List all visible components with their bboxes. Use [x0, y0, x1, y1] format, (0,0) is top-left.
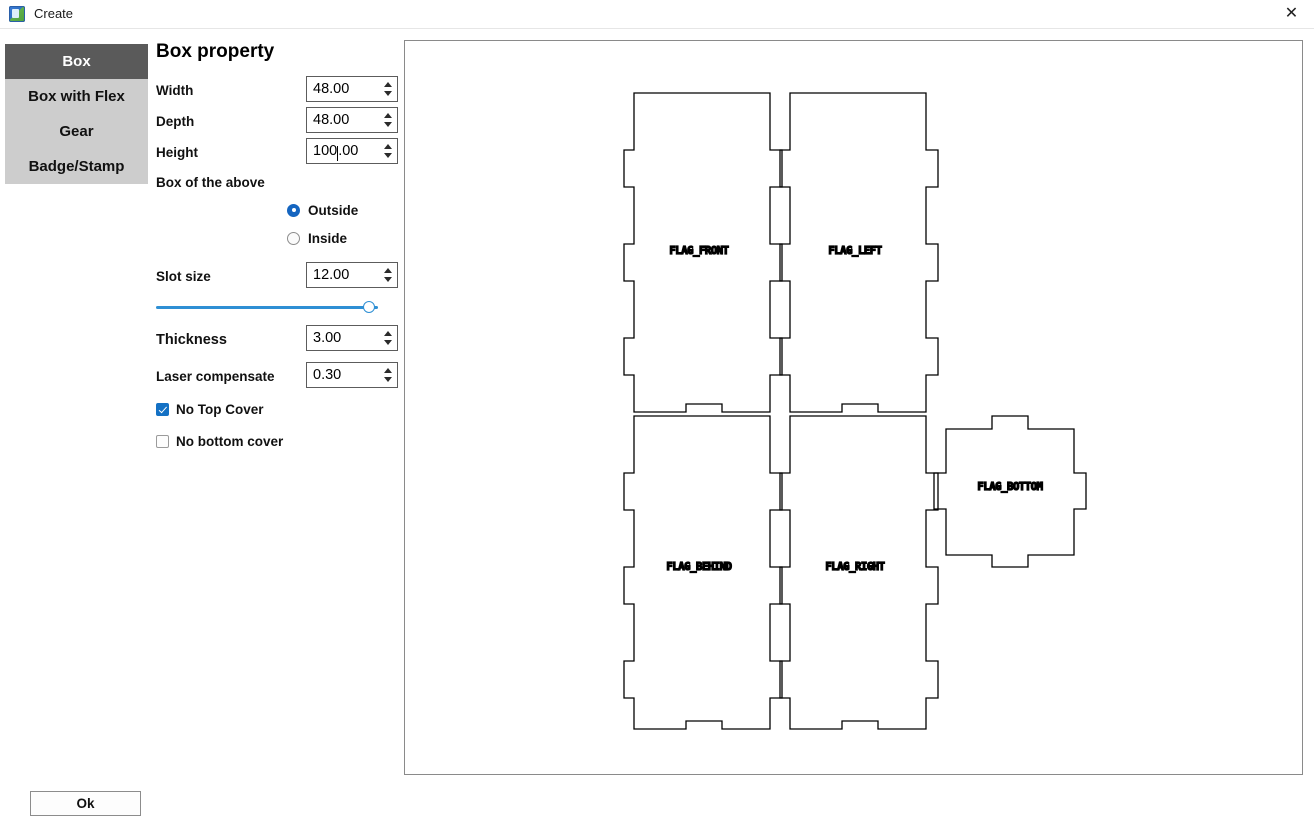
slider-track[interactable]: [156, 306, 378, 309]
radio-outside-label: Outside: [308, 202, 359, 218]
stepper-down-icon[interactable]: [383, 91, 392, 96]
field-row-slot-size: Slot size 12.00: [156, 262, 401, 293]
slider-handle[interactable]: [363, 301, 375, 313]
shape-type-list: Box Box with Flex Gear Badge/Stamp: [5, 44, 148, 184]
slot-size-label: Slot size: [156, 269, 211, 284]
slot-size-slider[interactable]: [156, 297, 401, 319]
laser-compensate-input[interactable]: 0.30: [306, 362, 398, 388]
depth-label: Depth: [156, 114, 195, 129]
height-label: Height: [156, 145, 198, 160]
panel-label-flag-right: FLAG_RIGHT: [825, 561, 884, 573]
thickness-input[interactable]: 3.00: [306, 325, 398, 351]
slot-size-value: 12.00: [313, 267, 350, 283]
sidebar-item-label: Box: [62, 53, 91, 70]
slot-size-input[interactable]: 12.00: [306, 262, 398, 288]
stepper-up-icon[interactable]: [383, 144, 392, 149]
app-logo-icon: [9, 6, 25, 22]
checkbox-no-bottom-cover-indicator[interactable]: [156, 434, 169, 448]
height-value-after-caret: .00: [338, 143, 359, 159]
stepper-down-icon[interactable]: [383, 340, 392, 345]
thickness-value: 3.00: [313, 330, 342, 346]
radio-outside[interactable]: Outside: [156, 196, 401, 224]
thickness-label: Thickness: [156, 332, 227, 348]
stepper-up-icon[interactable]: [383, 268, 392, 273]
width-value: 48.00: [313, 81, 350, 97]
preview-canvas[interactable]: FLAG_FRONT FLAG_LEFT FLAG_BEHIND FLAG_RI…: [404, 40, 1303, 775]
width-input[interactable]: 48.00: [306, 76, 398, 102]
radio-inside[interactable]: Inside: [156, 224, 401, 252]
text-caret: [337, 145, 339, 161]
radio-inside-label: Inside: [308, 230, 348, 246]
sidebar-item-label: Gear: [59, 123, 94, 140]
window-titlebar: Create ✕: [0, 0, 1314, 29]
depth-input[interactable]: 48.00: [306, 107, 398, 133]
checkbox-no-top-cover[interactable]: No Top Cover: [156, 396, 401, 422]
field-row-width: Width 48.00: [156, 76, 401, 107]
width-label: Width: [156, 83, 194, 98]
slot-size-stepper[interactable]: [379, 263, 396, 287]
stepper-down-icon[interactable]: [383, 122, 392, 127]
field-row-thickness: Thickness 3.00: [156, 325, 401, 356]
height-stepper[interactable]: [379, 139, 396, 163]
sidebar-item-badge-stamp[interactable]: Badge/Stamp: [5, 149, 148, 184]
panel-label-flag-bottom: FLAG_BOTTOM: [977, 481, 1042, 493]
checkbox-no-bottom-cover[interactable]: No bottom cover: [156, 428, 401, 454]
sidebar-item-label: Box with Flex: [28, 88, 125, 105]
field-row-depth: Depth 48.00: [156, 107, 401, 138]
checkbox-no-top-cover-indicator[interactable]: [156, 402, 169, 416]
panel-label-flag-front: FLAG_FRONT: [669, 245, 728, 257]
laser-compensate-label: Laser compensate: [156, 369, 275, 384]
height-input[interactable]: 100.00: [306, 138, 398, 164]
ok-button[interactable]: Ok: [30, 791, 141, 816]
box-layout-drawing: FLAG_FRONT FLAG_LEFT FLAG_BEHIND FLAG_RI…: [623, 92, 1087, 730]
laser-compensate-value: 0.30: [313, 367, 342, 383]
stepper-up-icon[interactable]: [383, 82, 392, 87]
stepper-down-icon[interactable]: [383, 277, 392, 282]
box-property-form: Box property Width 48.00 Depth 48.00 Hei…: [156, 40, 401, 454]
width-stepper[interactable]: [379, 77, 396, 101]
depth-value: 48.00: [313, 112, 350, 128]
stepper-up-icon[interactable]: [383, 331, 392, 336]
panel-label-flag-behind: FLAG_BEHIND: [666, 561, 731, 573]
close-icon[interactable]: ✕: [1269, 0, 1314, 28]
stepper-up-icon[interactable]: [383, 368, 392, 373]
radio-outside-indicator[interactable]: [287, 203, 300, 217]
sidebar-item-box-with-flex[interactable]: Box with Flex: [5, 79, 148, 114]
panel-label-flag-left: FLAG_LEFT: [828, 245, 881, 257]
field-row-laser-compensate: Laser compensate 0.30: [156, 362, 401, 393]
stepper-down-icon[interactable]: [383, 377, 392, 382]
radio-inside-indicator[interactable]: [287, 231, 300, 245]
laser-compensate-stepper[interactable]: [379, 363, 396, 387]
stepper-down-icon[interactable]: [383, 153, 392, 158]
field-row-height: Height 100.00: [156, 138, 401, 169]
height-value-before-caret: 100: [313, 143, 338, 159]
stepper-up-icon[interactable]: [383, 113, 392, 118]
sidebar-item-gear[interactable]: Gear: [5, 114, 148, 149]
checkbox-no-bottom-cover-label: No bottom cover: [176, 433, 284, 449]
window-title: Create: [34, 6, 74, 21]
checkbox-no-top-cover-label: No Top Cover: [176, 401, 264, 417]
sidebar-item-box[interactable]: Box: [5, 44, 148, 79]
sidebar-item-label: Badge/Stamp: [28, 158, 125, 175]
thickness-stepper[interactable]: [379, 326, 396, 350]
box-of-the-above-label: Box of the above: [156, 175, 265, 190]
page-title: Box property: [156, 41, 275, 62]
depth-stepper[interactable]: [379, 108, 396, 132]
